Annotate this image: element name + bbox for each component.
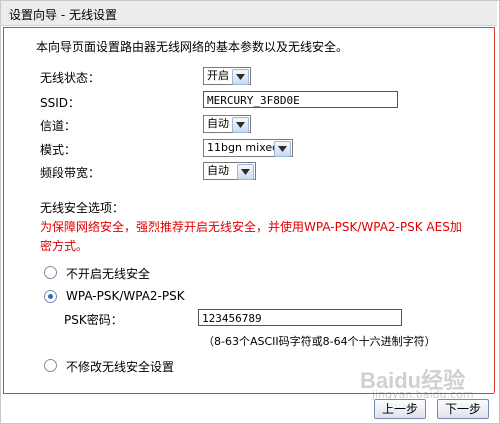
chevron-down-icon[interactable] [274,141,291,157]
radio-label: 不开启无线安全 [66,267,151,281]
bandwidth-label: 频段带宽： [40,166,101,180]
radio-button[interactable] [44,266,57,279]
title-bar: 设置向导 - 无线设置 [1,1,497,26]
psk-password-input[interactable]: 123456789 [198,309,402,326]
wireless-status-select[interactable]: 开启 [203,67,251,85]
bandwidth-select[interactable]: 自动 [203,162,256,180]
footer-divider [3,393,494,394]
channel-value: 自动 [207,117,229,130]
intro-text: 本向导页面设置路由器无线网络的基本参数以及无线安全。 [36,40,349,54]
psk-password-label: PSK密码： [64,313,123,327]
chevron-down-icon[interactable] [237,164,254,180]
radio-button[interactable] [44,290,57,303]
radio-button[interactable] [44,359,57,372]
page-title: 设置向导 - 无线设置 [9,8,117,22]
radio-label: WPA-PSK/WPA2-PSK [66,289,185,303]
channel-label: 信道： [40,119,77,133]
security-section-title: 无线安全选项： [40,201,125,215]
next-step-button[interactable]: 下一步 [437,399,489,419]
wireless-status-value: 开启 [207,69,229,82]
psk-hint: （8-63个ASCII码字符或8-64个十六进制字符） [203,335,436,348]
wireless-status-label: 无线状态： [40,71,101,85]
chevron-down-icon[interactable] [232,117,249,133]
mode-select[interactable]: 11bgn mixed [203,139,293,157]
ssid-input[interactable]: MERCURY_3F8D0E [203,91,398,108]
security-warning: 为保障网络安全，强烈推荐开启无线安全，并使用WPA-PSK/WPA2-PSK A… [40,220,462,253]
mode-value: 11bgn mixed [207,141,280,154]
channel-select[interactable]: 自动 [203,115,251,133]
chevron-down-icon[interactable] [232,69,249,85]
bandwidth-value: 自动 [207,164,229,177]
prev-step-button[interactable]: 上一步 [374,399,426,419]
radio-label: 不修改无线安全设置 [66,360,175,374]
ssid-label: SSID： [40,96,81,110]
mode-label: 模式： [40,143,77,157]
